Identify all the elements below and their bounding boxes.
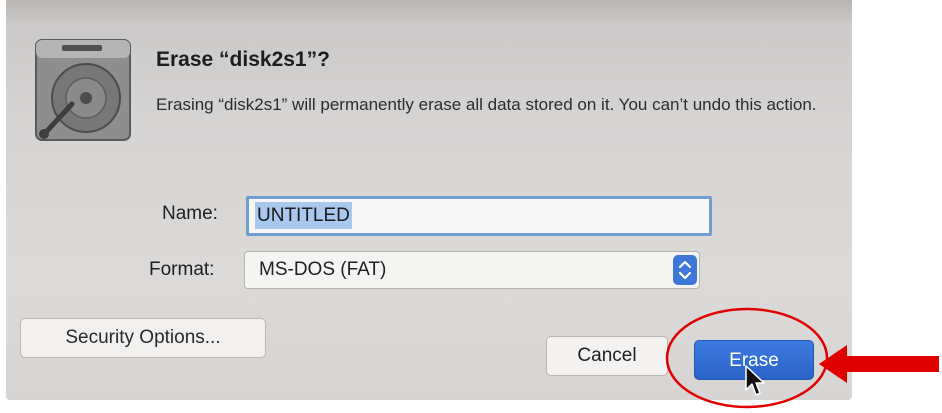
format-select-value: MS-DOS (FAT)	[259, 259, 387, 280]
name-label: Name:	[162, 203, 218, 224]
cancel-button[interactable]: Cancel	[546, 336, 668, 376]
name-input-value: UNTITLED	[255, 202, 352, 229]
format-label: Format:	[149, 259, 215, 280]
hard-disk-icon	[35, 39, 131, 141]
security-options-button[interactable]: Security Options...	[20, 318, 266, 358]
dialog-message: Erasing “disk2s1” will permanently erase…	[156, 95, 817, 114]
format-select[interactable]: MS-DOS (FAT)	[244, 251, 700, 289]
dialog-title: Erase “disk2s1”?	[156, 48, 330, 71]
erase-dialog: Erase “disk2s1”? Erasing “disk2s1” will …	[6, 0, 852, 400]
window-top-band	[6, 0, 852, 22]
up-down-chevron-icon[interactable]	[673, 255, 697, 285]
name-input[interactable]: UNTITLED	[246, 196, 712, 236]
mouse-pointer-icon	[745, 365, 765, 396]
